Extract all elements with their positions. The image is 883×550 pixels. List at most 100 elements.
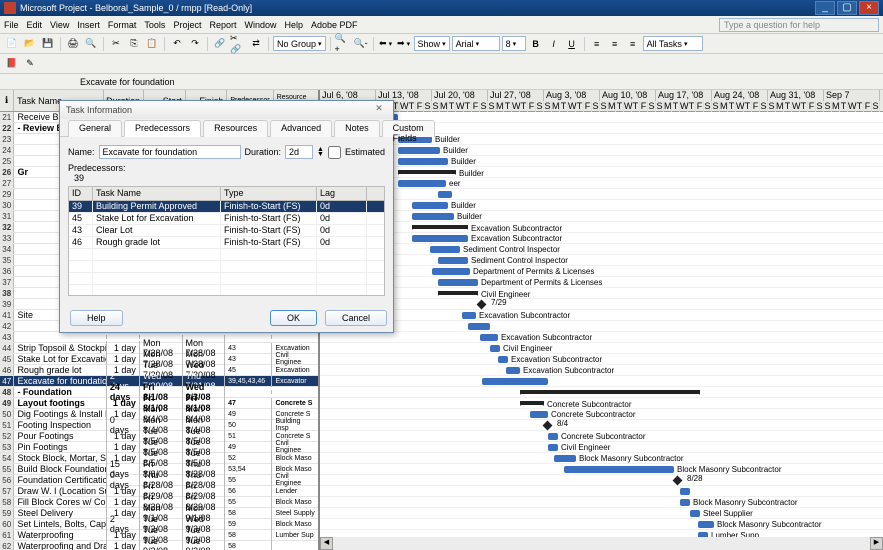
italic-icon[interactable]: I [546, 36, 562, 52]
predecessor-empty-row[interactable] [69, 273, 384, 285]
menu-project[interactable]: Project [173, 20, 201, 30]
row-number[interactable]: 25 [0, 156, 14, 166]
gantt-row[interactable]: Excavation Subcontractor [320, 365, 883, 376]
resource-cell[interactable]: Lender [272, 486, 318, 497]
duration-input[interactable] [285, 145, 313, 159]
row-number[interactable]: 58 [0, 497, 14, 507]
undo-icon[interactable]: ↶ [169, 36, 185, 52]
table-row[interactable]: 62Waterproofing and Drain Tile1 dayTue 9… [0, 541, 318, 550]
show-select[interactable]: Show [414, 36, 450, 51]
task-bar[interactable] [482, 378, 548, 385]
row-number[interactable]: 47 [0, 376, 14, 386]
task-bar[interactable]: Block Masonry Subcontractor [554, 455, 576, 462]
task-bar[interactable]: Excavation Subcontractor [480, 334, 498, 341]
help-button[interactable]: Help [70, 310, 123, 326]
grid-col-type[interactable]: Type [221, 187, 317, 200]
row-number[interactable]: 31 [0, 211, 14, 221]
task-bar[interactable]: Builder [398, 147, 440, 154]
task-bar[interactable]: Builder [412, 213, 454, 220]
gantt-row[interactable]: Excavation Subcontractor [320, 233, 883, 244]
resource-cell[interactable]: Block Maso [272, 453, 318, 464]
gantt-row[interactable]: Builder [320, 156, 883, 167]
predecessors-cell[interactable]: 55 [225, 497, 272, 508]
milestone-marker[interactable] [543, 421, 553, 431]
help-question-input[interactable]: Type a question for help [719, 18, 879, 32]
zoom-out-icon[interactable]: 🔍- [353, 36, 369, 52]
maximize-button[interactable]: ▢ [837, 1, 857, 15]
duration-cell[interactable]: 1 day [107, 539, 140, 550]
gantt-row[interactable]: Excavation Subcontractor [320, 332, 883, 343]
row-number[interactable]: 22 [0, 123, 14, 133]
finish-cell[interactable]: Tue 9/2/08 [183, 534, 226, 550]
row-number[interactable]: 37 [0, 277, 14, 287]
tab-resources[interactable]: Resources [203, 120, 268, 137]
row-number[interactable]: 36 [0, 266, 14, 276]
task-name-input[interactable] [99, 145, 241, 159]
entry-bar[interactable]: Excavate for foundation [0, 74, 883, 90]
task-bar[interactable]: Concrete Subcontractor [530, 411, 548, 418]
estimated-checkbox[interactable] [328, 146, 341, 159]
close-button[interactable]: × [859, 1, 879, 15]
gantt-row[interactable]: Excavation Subcontractor [320, 310, 883, 321]
row-number[interactable]: 50 [0, 409, 14, 419]
gantt-row[interactable]: Civil Engineer [320, 343, 883, 354]
scroll-right-button[interactable]: ▶ [870, 537, 883, 550]
resource-cell[interactable]: Block Maso [272, 497, 318, 508]
dialog-close-button[interactable]: ✕ [371, 103, 387, 117]
summary-bar[interactable] [520, 390, 700, 394]
predecessors-cell[interactable] [225, 390, 272, 394]
gantt-row[interactable]: Block Masonry Subcontractor [320, 497, 883, 508]
predecessors-cell[interactable]: 51 [225, 431, 272, 442]
summary-bar[interactable]: Excavation Subcontractor [412, 225, 468, 229]
font-size-select[interactable]: 8 [502, 36, 526, 51]
grid-col-id[interactable]: ID [69, 187, 93, 200]
gantt-row[interactable]: 8/4 [320, 420, 883, 431]
tab-predecessors[interactable]: Predecessors [124, 120, 201, 137]
copy-icon[interactable]: ⎘ [126, 36, 142, 52]
gantt-row[interactable]: Department of Permits & Licenses [320, 277, 883, 288]
predecessors-cell[interactable]: 58 [225, 508, 272, 519]
save-icon[interactable]: 💾 [40, 36, 56, 52]
row-number[interactable]: 38 [0, 288, 14, 298]
row-number[interactable]: 34 [0, 244, 14, 254]
gantt-row[interactable] [320, 387, 883, 398]
align-right-icon[interactable]: ≡ [625, 36, 641, 52]
predecessors-cell[interactable]: 43 [225, 343, 272, 354]
predecessors-cell[interactable]: 50 [225, 420, 272, 431]
gantt-row[interactable]: Block Masonry Subcontractor [320, 519, 883, 530]
menu-report[interactable]: Report [209, 20, 236, 30]
menu-edit[interactable]: Edit [27, 20, 43, 30]
row-number[interactable]: 29 [0, 189, 14, 199]
row-number[interactable]: 44 [0, 343, 14, 353]
duration-spinner[interactable]: ▲▼ [317, 147, 324, 157]
tab-general[interactable]: General [68, 120, 122, 137]
open-icon[interactable]: 📂 [22, 36, 38, 52]
predecessors-cell[interactable]: 39,45,43,46 [225, 376, 272, 387]
gantt-row[interactable]: Block Masonry Subcontractor [320, 464, 883, 475]
gantt-row[interactable]: 7/29 [320, 299, 883, 310]
split-icon[interactable]: ⇄ [248, 36, 264, 52]
row-number[interactable]: 26 [0, 167, 14, 177]
resource-cell[interactable]: Lumber Sup [272, 530, 318, 541]
row-number[interactable]: 56 [0, 475, 14, 485]
row-number[interactable]: 21 [0, 112, 14, 122]
predecessors-cell[interactable]: 59 [225, 519, 272, 530]
redo-icon[interactable]: ↷ [187, 36, 203, 52]
milestone-marker[interactable] [477, 300, 487, 310]
row-number[interactable]: 59 [0, 508, 14, 518]
resource-cell[interactable]: Steel Supply [272, 508, 318, 519]
new-icon[interactable]: 📄 [4, 36, 20, 52]
task-bar[interactable] [680, 488, 690, 495]
resource-cell[interactable] [272, 335, 318, 339]
dialog-title-bar[interactable]: Task Information ✕ [60, 101, 393, 119]
row-number[interactable]: 51 [0, 420, 14, 430]
row-number[interactable]: 52 [0, 431, 14, 441]
predecessors-cell[interactable]: 52 [225, 453, 272, 464]
task-bar[interactable]: Builder [398, 158, 448, 165]
row-number[interactable]: 48 [0, 387, 14, 397]
start-cell[interactable]: Tue 9/2/08 [140, 534, 183, 550]
task-bar[interactable]: Excavation Subcontractor [498, 356, 508, 363]
task-bar[interactable]: Concrete Subcontractor [548, 433, 558, 440]
task-bar[interactable]: eer [398, 180, 446, 187]
row-number[interactable]: 33 [0, 233, 14, 243]
